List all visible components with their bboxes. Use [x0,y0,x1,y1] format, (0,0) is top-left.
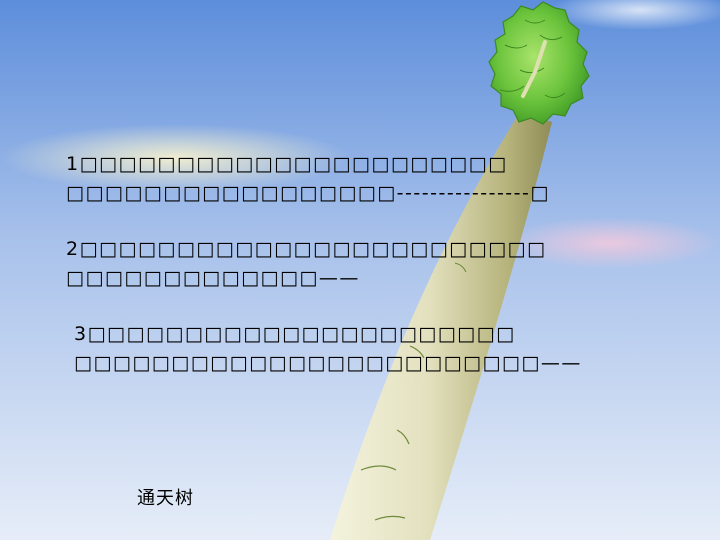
question-2-line-1: 2□□□□□□□□□□□□□□□□□□□□□□□□ [66,238,547,260]
question-3-line-2: □□□□□□□□□□□□□□□□□□□□□□□□—— [74,352,582,374]
tree-caption: 通天树 [137,488,194,509]
question-3-line-1: 3□□□□□□□□□□□□□□□□□□□□□□ [74,323,516,345]
question-2-line-2: □□□□□□□□□□□□□—— [66,267,360,289]
question-1-line-2: □□□□□□□□□□□□□□□□□----------------□ [66,182,550,204]
question-1-line-1: 1□□□□□□□□□□□□□□□□□□□□□□ [66,153,508,175]
